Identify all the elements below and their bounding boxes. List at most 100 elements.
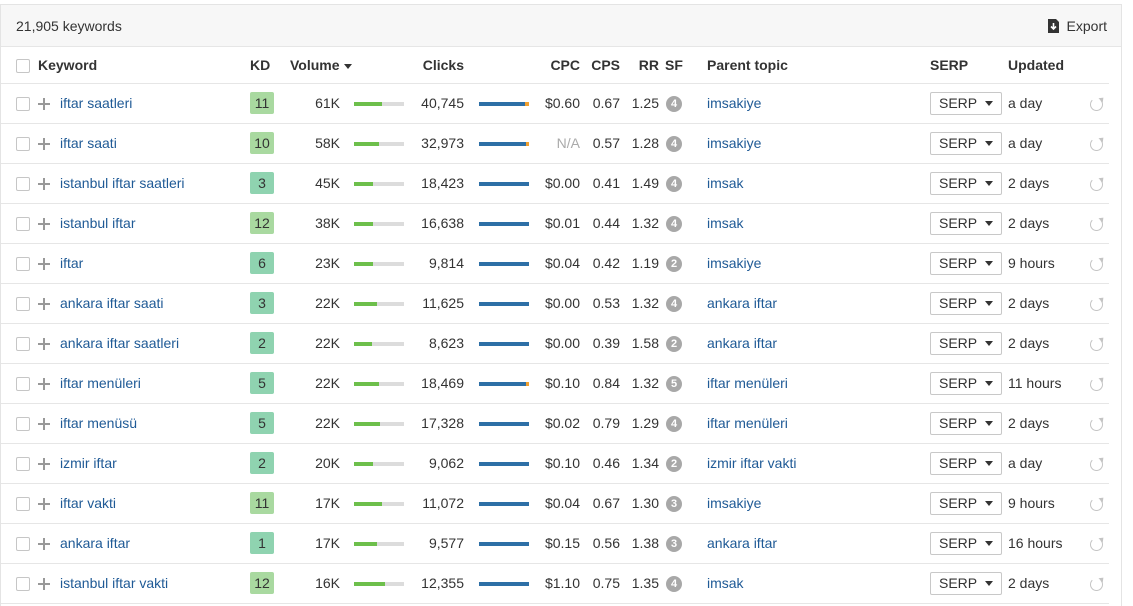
- col-keyword[interactable]: Keyword: [38, 47, 250, 84]
- add-to-list-icon[interactable]: [38, 178, 50, 191]
- select-all-checkbox[interactable]: [16, 58, 30, 73]
- row-checkbox[interactable]: [16, 337, 30, 352]
- serp-dropdown-button[interactable]: SERP: [930, 331, 1002, 355]
- keyword-link[interactable]: istanbul iftar: [60, 215, 135, 231]
- refresh-icon[interactable]: [1090, 297, 1103, 311]
- refresh-icon[interactable]: [1090, 257, 1103, 271]
- serp-dropdown-button[interactable]: SERP: [930, 91, 1002, 115]
- refresh-icon[interactable]: [1090, 97, 1103, 111]
- serp-dropdown-button[interactable]: SERP: [930, 411, 1002, 435]
- col-sf[interactable]: SF: [659, 47, 689, 84]
- keyword-link[interactable]: ankara iftar saati: [60, 295, 164, 311]
- serp-features-badge[interactable]: 2: [666, 456, 682, 472]
- serp-dropdown-button[interactable]: SERP: [930, 251, 1002, 275]
- add-to-list-icon[interactable]: [38, 258, 50, 271]
- row-checkbox[interactable]: [16, 377, 30, 392]
- serp-dropdown-button[interactable]: SERP: [930, 571, 1002, 595]
- add-to-list-icon[interactable]: [38, 378, 50, 391]
- add-to-list-icon[interactable]: [38, 538, 50, 551]
- serp-features-badge[interactable]: 2: [666, 256, 682, 272]
- parent-topic-link[interactable]: ankara iftar: [707, 335, 777, 351]
- refresh-icon[interactable]: [1090, 177, 1103, 191]
- parent-topic-link[interactable]: imsakiye: [707, 255, 761, 271]
- serp-dropdown-button[interactable]: SERP: [930, 171, 1002, 195]
- parent-topic-link[interactable]: imsakiye: [707, 495, 761, 511]
- keyword-link[interactable]: ankara iftar: [60, 535, 130, 551]
- row-checkbox[interactable]: [16, 417, 30, 432]
- parent-topic-link[interactable]: imsakiye: [707, 95, 761, 111]
- keyword-link[interactable]: istanbul iftar vakti: [60, 575, 168, 591]
- serp-dropdown-button[interactable]: SERP: [930, 531, 1002, 555]
- parent-topic-link[interactable]: imsak: [707, 575, 744, 591]
- keyword-link[interactable]: iftar saati: [60, 135, 117, 151]
- add-to-list-icon[interactable]: [38, 458, 50, 471]
- serp-dropdown-button[interactable]: SERP: [930, 491, 1002, 515]
- serp-dropdown-button[interactable]: SERP: [930, 211, 1002, 235]
- keyword-link[interactable]: iftar menüleri: [60, 375, 141, 391]
- col-updated[interactable]: Updated: [1004, 47, 1090, 84]
- row-checkbox[interactable]: [16, 217, 30, 232]
- col-kd[interactable]: KD: [250, 47, 290, 84]
- row-checkbox[interactable]: [16, 137, 30, 152]
- row-checkbox[interactable]: [16, 297, 30, 312]
- row-checkbox[interactable]: [16, 577, 30, 592]
- keyword-link[interactable]: istanbul iftar saatleri: [60, 175, 185, 191]
- keyword-link[interactable]: iftar vakti: [60, 495, 116, 511]
- add-to-list-icon[interactable]: [38, 298, 50, 311]
- serp-dropdown-button[interactable]: SERP: [930, 451, 1002, 475]
- add-to-list-icon[interactable]: [38, 578, 50, 591]
- refresh-icon[interactable]: [1090, 577, 1103, 591]
- refresh-icon[interactable]: [1090, 497, 1103, 511]
- col-parent-topic[interactable]: Parent topic: [689, 47, 916, 84]
- refresh-icon[interactable]: [1090, 137, 1103, 151]
- parent-topic-link[interactable]: iftar menüleri: [707, 415, 788, 431]
- serp-features-badge[interactable]: 4: [666, 296, 682, 312]
- row-checkbox[interactable]: [16, 177, 30, 192]
- refresh-icon[interactable]: [1090, 457, 1103, 471]
- keyword-link[interactable]: izmir iftar: [60, 455, 117, 471]
- row-checkbox[interactable]: [16, 497, 30, 512]
- row-checkbox[interactable]: [16, 257, 30, 272]
- row-checkbox[interactable]: [16, 537, 30, 552]
- parent-topic-link[interactable]: iftar menüleri: [707, 375, 788, 391]
- serp-features-badge[interactable]: 4: [666, 576, 682, 592]
- add-to-list-icon[interactable]: [38, 218, 50, 231]
- keyword-link[interactable]: iftar saatleri: [60, 95, 132, 111]
- row-checkbox[interactable]: [16, 457, 30, 472]
- add-to-list-icon[interactable]: [38, 498, 50, 511]
- keyword-link[interactable]: iftar: [60, 255, 83, 271]
- row-checkbox[interactable]: [16, 97, 30, 112]
- parent-topic-link[interactable]: ankara iftar: [707, 535, 777, 551]
- serp-features-badge[interactable]: 4: [666, 136, 682, 152]
- serp-features-badge[interactable]: 4: [666, 216, 682, 232]
- serp-features-badge[interactable]: 4: [666, 176, 682, 192]
- add-to-list-icon[interactable]: [38, 418, 50, 431]
- parent-topic-link[interactable]: imsak: [707, 215, 744, 231]
- serp-features-badge[interactable]: 4: [666, 96, 682, 112]
- serp-features-badge[interactable]: 3: [666, 496, 682, 512]
- col-clicks[interactable]: Clicks: [402, 47, 464, 84]
- parent-topic-link[interactable]: izmir iftar vakti: [707, 455, 796, 471]
- refresh-icon[interactable]: [1090, 217, 1103, 231]
- serp-features-badge[interactable]: 4: [666, 416, 682, 432]
- serp-features-badge[interactable]: 2: [666, 336, 682, 352]
- refresh-icon[interactable]: [1090, 337, 1103, 351]
- keyword-link[interactable]: iftar menüsü: [60, 415, 137, 431]
- col-cpc[interactable]: CPC: [534, 47, 580, 84]
- serp-dropdown-button[interactable]: SERP: [930, 291, 1002, 315]
- col-rr[interactable]: RR: [620, 47, 659, 84]
- parent-topic-link[interactable]: imsak: [707, 175, 744, 191]
- export-button[interactable]: Export: [1047, 18, 1107, 34]
- serp-dropdown-button[interactable]: SERP: [930, 371, 1002, 395]
- serp-features-badge[interactable]: 3: [666, 536, 682, 552]
- col-volume[interactable]: Volume: [290, 47, 402, 84]
- parent-topic-link[interactable]: imsakiye: [707, 135, 761, 151]
- serp-features-badge[interactable]: 5: [666, 376, 682, 392]
- add-to-list-icon[interactable]: [38, 338, 50, 351]
- refresh-icon[interactable]: [1090, 417, 1103, 431]
- keyword-link[interactable]: ankara iftar saatleri: [60, 335, 179, 351]
- refresh-icon[interactable]: [1090, 377, 1103, 391]
- col-cps[interactable]: CPS: [580, 47, 620, 84]
- refresh-icon[interactable]: [1090, 537, 1103, 551]
- add-to-list-icon[interactable]: [38, 98, 50, 111]
